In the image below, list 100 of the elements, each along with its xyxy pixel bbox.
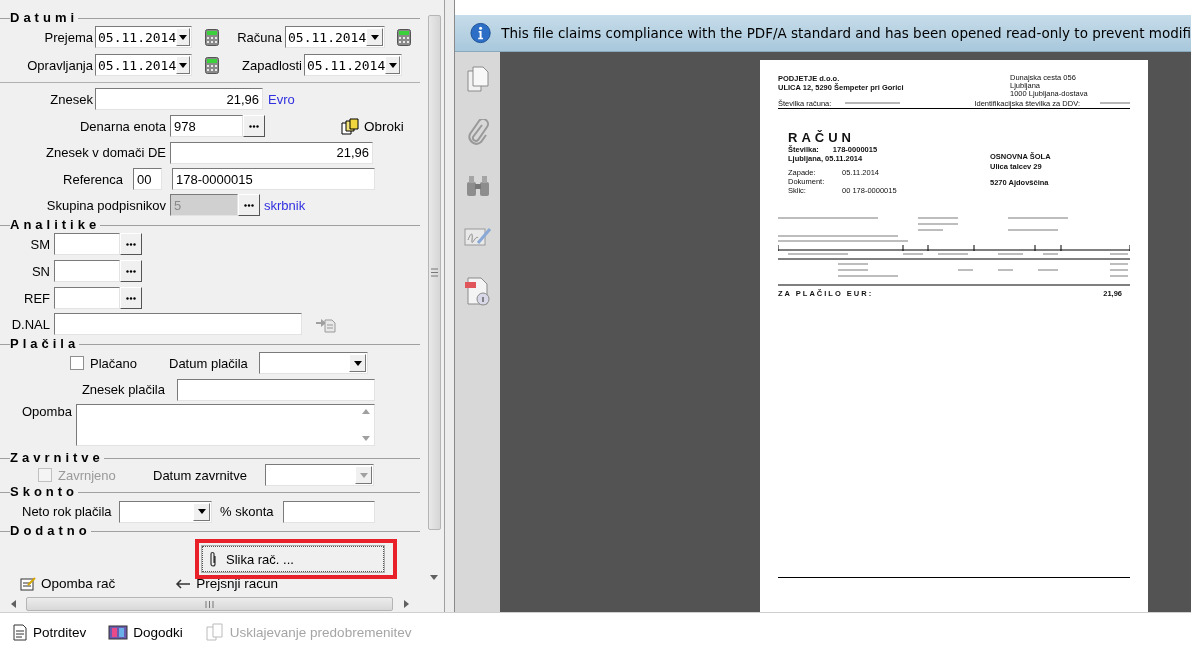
toolbar-button[interactable]: Dogodki — [108, 624, 183, 640]
input-field[interactable] — [54, 313, 302, 335]
field-label: REF — [23, 290, 50, 306]
date-dropdown[interactable] — [119, 500, 212, 523]
field-label: Datum zavrnitve — [153, 467, 248, 483]
input-field[interactable]: 21,96 — [95, 88, 263, 110]
paperclip-icon[interactable] — [466, 119, 489, 147]
caret-icon — [388, 62, 397, 68]
section-title: Dodatno — [10, 525, 91, 537]
dropdown-button[interactable] — [366, 28, 383, 46]
paperclip-icon — [209, 550, 218, 568]
scroll-left-icon — [10, 600, 16, 608]
calculator-icon[interactable] — [397, 28, 411, 46]
dropdown-button[interactable] — [385, 56, 400, 74]
caret-icon — [179, 62, 188, 68]
section-title: Plačila — [10, 338, 80, 350]
book-icon — [108, 624, 129, 640]
notice-text: This file claims compliance with the PDF/A standard and has been opened read-only to prevent modifi — [501, 25, 1191, 41]
document-title: RAČUN — [788, 131, 856, 145]
field-label: % skonta — [220, 504, 275, 519]
dropdown-button[interactable] — [176, 28, 190, 46]
date-dropdown[interactable]: 05.11.2014 — [285, 26, 385, 48]
scroll-right-icon — [403, 600, 409, 608]
image-button[interactable]: Slika rač. ... — [202, 546, 384, 572]
input-field[interactable]: 21,96 — [170, 141, 373, 164]
binoculars-icon[interactable] — [464, 174, 491, 198]
checkbox-label: Plačano — [90, 355, 138, 371]
more-icon — [126, 269, 136, 273]
calculator-icon[interactable] — [205, 56, 219, 74]
scroll-up-icon — [361, 409, 370, 414]
input-field[interactable] — [54, 260, 120, 282]
documents-icon — [341, 117, 359, 135]
section-title: Datumi — [10, 12, 79, 24]
redacted-line — [845, 102, 901, 104]
document-icon — [12, 623, 28, 641]
field-label: Opravljanja — [26, 57, 93, 73]
note-textarea[interactable] — [76, 404, 375, 446]
date-dropdown[interactable]: 05.11.2014 — [95, 54, 192, 76]
redacted-line — [1100, 102, 1130, 104]
input-field[interactable] — [177, 378, 375, 401]
caret-icon — [179, 34, 188, 40]
previous-invoice-button[interactable]: Prejsnji racun — [175, 576, 279, 591]
browse-button[interactable] — [120, 260, 142, 282]
browse-button[interactable] — [238, 194, 260, 216]
input-field[interactable] — [283, 500, 375, 523]
checkbox-label: Zavrnjeno — [58, 467, 117, 483]
dropdown-button[interactable] — [176, 56, 190, 74]
note-button[interactable]: Opomba rač — [20, 576, 116, 591]
info-icon — [470, 22, 492, 44]
notepad-pencil-icon — [20, 576, 36, 591]
browse-button[interactable] — [243, 115, 265, 137]
section-title: Skonto — [10, 486, 79, 498]
more-icon — [126, 242, 136, 246]
scroll-down-icon — [361, 436, 370, 441]
field-label: Zapadlosti — [241, 57, 302, 73]
document-info-icon[interactable] — [464, 276, 491, 306]
splitter-bar[interactable] — [445, 0, 455, 612]
field-label: Neto rok plačila — [22, 504, 113, 519]
more-icon — [126, 296, 136, 300]
browse-button[interactable] — [120, 287, 142, 309]
field-label: Prejema — [43, 29, 93, 45]
input-field[interactable]: 00 — [133, 168, 162, 190]
date-dropdown[interactable]: 05.11.2014 — [304, 54, 402, 76]
dropdown-button[interactable] — [193, 502, 210, 521]
toolbar-button[interactable]: Potrditev — [12, 623, 87, 641]
dropdown-button[interactable] — [349, 354, 366, 372]
field-label: Znesek plačila — [80, 382, 165, 397]
field-label: Referenca — [62, 171, 123, 187]
date-dropdown[interactable] — [259, 352, 368, 374]
field-label: Denarna enota — [79, 118, 166, 134]
input-field[interactable] — [54, 233, 120, 255]
documents-icon — [204, 623, 225, 641]
field-label: Znesek v domači DE — [45, 145, 166, 160]
input-field[interactable]: 178-0000015 — [172, 168, 375, 190]
caret-icon — [197, 509, 206, 514]
section-title: Zavrnitve — [10, 452, 104, 464]
field-label: D.NAL — [10, 316, 50, 332]
currency-link[interactable]: Evro — [268, 91, 295, 107]
field-label: Računa — [236, 29, 282, 45]
installments-button[interactable]: Obroki — [341, 117, 404, 135]
grip-icon — [205, 600, 214, 608]
field-label: Opomba — [22, 404, 73, 419]
grip-icon — [430, 268, 438, 277]
input-field[interactable]: 978 — [170, 115, 243, 137]
input-field[interactable] — [54, 287, 120, 309]
pages-icon[interactable] — [465, 66, 490, 92]
section-title: Analitike — [10, 219, 101, 231]
caret-icon — [353, 360, 362, 366]
arrow-left-icon — [175, 578, 192, 589]
field-label: Skupina podpisnikov — [45, 197, 166, 213]
paid-checkbox[interactable] — [70, 356, 84, 370]
field-label: Znesek — [49, 91, 93, 107]
date-dropdown[interactable]: 05.11.2014 — [95, 26, 192, 48]
field-label: SM — [29, 236, 50, 252]
caret-icon — [359, 472, 368, 478]
browse-button[interactable] — [120, 233, 142, 255]
caret-icon — [370, 34, 379, 40]
field-label: SN — [30, 263, 50, 279]
scroll-down-icon — [430, 575, 438, 580]
calculator-icon[interactable] — [205, 28, 219, 46]
